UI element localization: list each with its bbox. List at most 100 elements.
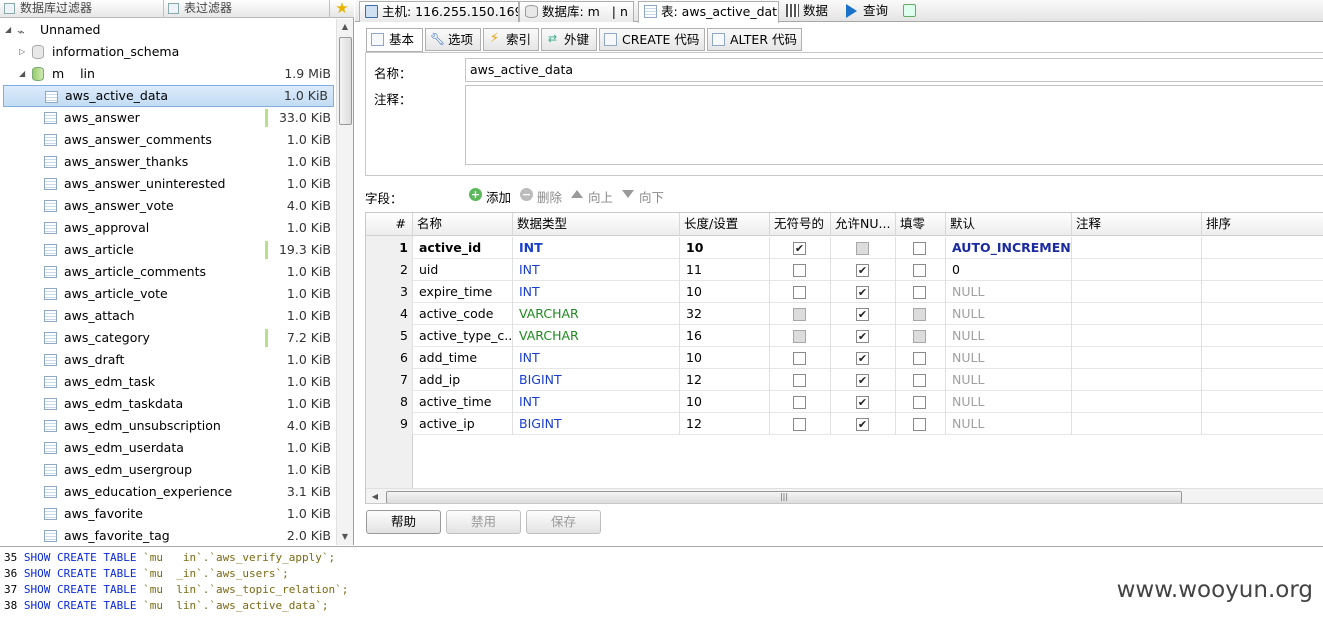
tree-table-item[interactable]: aws_edm_task 1.0 KiB [0, 371, 336, 393]
unsigned-checkbox[interactable] [793, 396, 806, 409]
allow-null-checkbox[interactable]: ✔ [856, 352, 869, 365]
grid-horizontal-scrollbar[interactable]: ◀ ||| [366, 488, 1323, 503]
tree-table-item[interactable]: aws_category 7.2 KiB [0, 327, 336, 349]
unsigned-checkbox[interactable] [793, 330, 806, 343]
column-name-cell[interactable]: active_type_c... [413, 325, 513, 347]
default-cell[interactable]: NULL [946, 347, 1072, 369]
length-cell[interactable]: 10 [680, 391, 770, 413]
collapse-arrow-icon[interactable]: ◢ [5, 19, 11, 41]
favorites-star-icon[interactable]: ★ [331, 0, 353, 18]
table-filter-tab[interactable]: 表过滤器 [164, 0, 330, 18]
allow-null-checkbox[interactable]: ✔ [856, 374, 869, 387]
grid-header-cell[interactable]: 无符号的 [770, 213, 831, 236]
column-name-cell[interactable]: active_id [413, 237, 513, 259]
save-button[interactable]: 保存 [526, 510, 601, 534]
column-name-cell[interactable]: add_ip [413, 369, 513, 391]
unsigned-checkbox[interactable]: ✔ [793, 242, 806, 255]
zerofill-checkbox[interactable] [913, 396, 926, 409]
table-row[interactable]: 7 add_ip BIGINT 12 ✔ NULL [366, 369, 1323, 391]
allow-null-checkbox[interactable] [856, 242, 869, 255]
length-cell[interactable]: 11 [680, 259, 770, 281]
collapse-arrow-icon[interactable]: ◢ [19, 63, 25, 85]
table-row[interactable]: 🔑︎5active_type_c...VARCHAR16✔NULL [366, 325, 1323, 347]
grid-header-cell[interactable]: 排序 [1202, 213, 1323, 236]
tab-database[interactable]: 数据库: m | n [519, 1, 634, 22]
grid-header-cell[interactable]: 长度/设置 [680, 213, 770, 236]
delete-field-button[interactable]: − 删除 [520, 187, 562, 206]
default-cell[interactable]: NULL [946, 281, 1072, 303]
scroll-thumb[interactable]: ||| [386, 491, 1182, 503]
length-cell[interactable]: 16 [680, 325, 770, 347]
zerofill-checkbox[interactable] [913, 352, 926, 365]
default-cell[interactable]: NULL [946, 325, 1072, 347]
tree-table-item[interactable]: aws_approval 1.0 KiB [0, 217, 336, 239]
allow-null-checkbox[interactable]: ✔ [856, 418, 869, 431]
tree-table-item[interactable]: aws_edm_taskdata 1.0 KiB [0, 393, 336, 415]
grid-header-cell[interactable]: 注释 [1072, 213, 1202, 236]
grid-header-cell[interactable]: 填零 [896, 213, 946, 236]
table-row[interactable]: 🔑︎2uidINT11✔0 [366, 259, 1323, 281]
data-type-cell[interactable]: INT [513, 281, 680, 303]
tree-table-item[interactable]: aws_edm_userdata 1.0 KiB [0, 437, 336, 459]
scroll-down-arrow-icon[interactable]: ▼ [337, 529, 353, 545]
data-type-cell[interactable]: BIGINT [513, 369, 680, 391]
tree-table-item[interactable]: aws_answer_comments 1.0 KiB [0, 129, 336, 151]
default-cell[interactable]: NULL [946, 391, 1072, 413]
comment-cell[interactable] [1072, 413, 1202, 435]
tab-options[interactable]: 🔧︎ 选项 [425, 28, 481, 51]
tree-table-item[interactable]: aws_article_vote 1.0 KiB [0, 283, 336, 305]
discard-button[interactable]: 禁用 [446, 510, 521, 534]
tree-table-item[interactable]: aws_answer 33.0 KiB [0, 107, 336, 129]
collation-cell[interactable] [1202, 259, 1323, 281]
data-type-cell[interactable]: BIGINT [513, 413, 680, 435]
database-filter-tab[interactable]: 数据库过滤器 [0, 0, 164, 18]
comment-cell[interactable] [1072, 259, 1202, 281]
tab-basic[interactable]: 基本 [366, 28, 423, 52]
length-cell[interactable]: 10 [680, 237, 770, 259]
collation-cell[interactable] [1202, 391, 1323, 413]
data-type-cell[interactable]: VARCHAR [513, 303, 680, 325]
collation-cell[interactable] [1202, 369, 1323, 391]
comment-textarea[interactable] [465, 85, 1323, 165]
tree-table-item[interactable]: aws_active_data 1.0 KiB [3, 85, 334, 107]
default-cell[interactable]: NULL [946, 369, 1072, 391]
default-cell[interactable]: 0 [946, 259, 1072, 281]
column-name-cell[interactable]: uid [413, 259, 513, 281]
tree-table-item[interactable]: aws_article 19.3 KiB [0, 239, 336, 261]
collation-cell[interactable] [1202, 281, 1323, 303]
grid-header-cell[interactable]: 默认 [946, 213, 1072, 236]
data-type-cell[interactable]: INT [513, 347, 680, 369]
add-field-button[interactable]: + 添加 [469, 187, 511, 206]
unsigned-checkbox[interactable] [793, 286, 806, 299]
tab-foreign-keys[interactable]: ⇄ 外键 [541, 28, 597, 51]
tree-table-item[interactable]: aws_edm_unsubscription 4.0 KiB [0, 415, 336, 437]
data-type-cell[interactable]: VARCHAR [513, 325, 680, 347]
allow-null-checkbox[interactable]: ✔ [856, 286, 869, 299]
unsigned-checkbox[interactable] [793, 352, 806, 365]
table-name-input[interactable]: aws_active_data [465, 58, 1323, 82]
grid-header-cell[interactable]: 名称 [413, 213, 513, 236]
unsigned-checkbox[interactable] [793, 308, 806, 321]
column-name-cell[interactable]: active_ip [413, 413, 513, 435]
grid-header-cell[interactable]: 数据类型 [513, 213, 680, 236]
column-name-cell[interactable]: expire_time [413, 281, 513, 303]
comment-cell[interactable] [1072, 281, 1202, 303]
tab-alter-code[interactable]: ALTER 代码 [707, 28, 802, 51]
tree-table-item[interactable]: aws_attach 1.0 KiB [0, 305, 336, 327]
table-row[interactable]: 🔑︎4active_codeVARCHAR32✔NULL [366, 303, 1323, 325]
tree-database[interactable]: ◢ m lin 1.9 MiB [0, 63, 336, 85]
tab-indexes[interactable]: ⚡︎ 索引 [483, 28, 539, 51]
tree-table-item[interactable]: aws_answer_thanks 1.0 KiB [0, 151, 336, 173]
data-type-cell[interactable]: INT [513, 237, 680, 259]
zerofill-checkbox[interactable] [913, 286, 926, 299]
unsigned-checkbox[interactable] [793, 418, 806, 431]
unsigned-checkbox[interactable] [793, 374, 806, 387]
zerofill-checkbox[interactable] [913, 264, 926, 277]
tab-host[interactable]: 主机: 116.255.150.169 [359, 1, 519, 22]
table-row[interactable]: 6 add_time INT 10 ✔ NULL [366, 347, 1323, 369]
tree-table-item[interactable]: aws_answer_uninterested 1.0 KiB [0, 173, 336, 195]
tab-new-query[interactable] [898, 1, 922, 22]
collation-cell[interactable] [1202, 303, 1323, 325]
data-type-cell[interactable]: INT [513, 259, 680, 281]
tree-table-item[interactable]: aws_draft 1.0 KiB [0, 349, 336, 371]
